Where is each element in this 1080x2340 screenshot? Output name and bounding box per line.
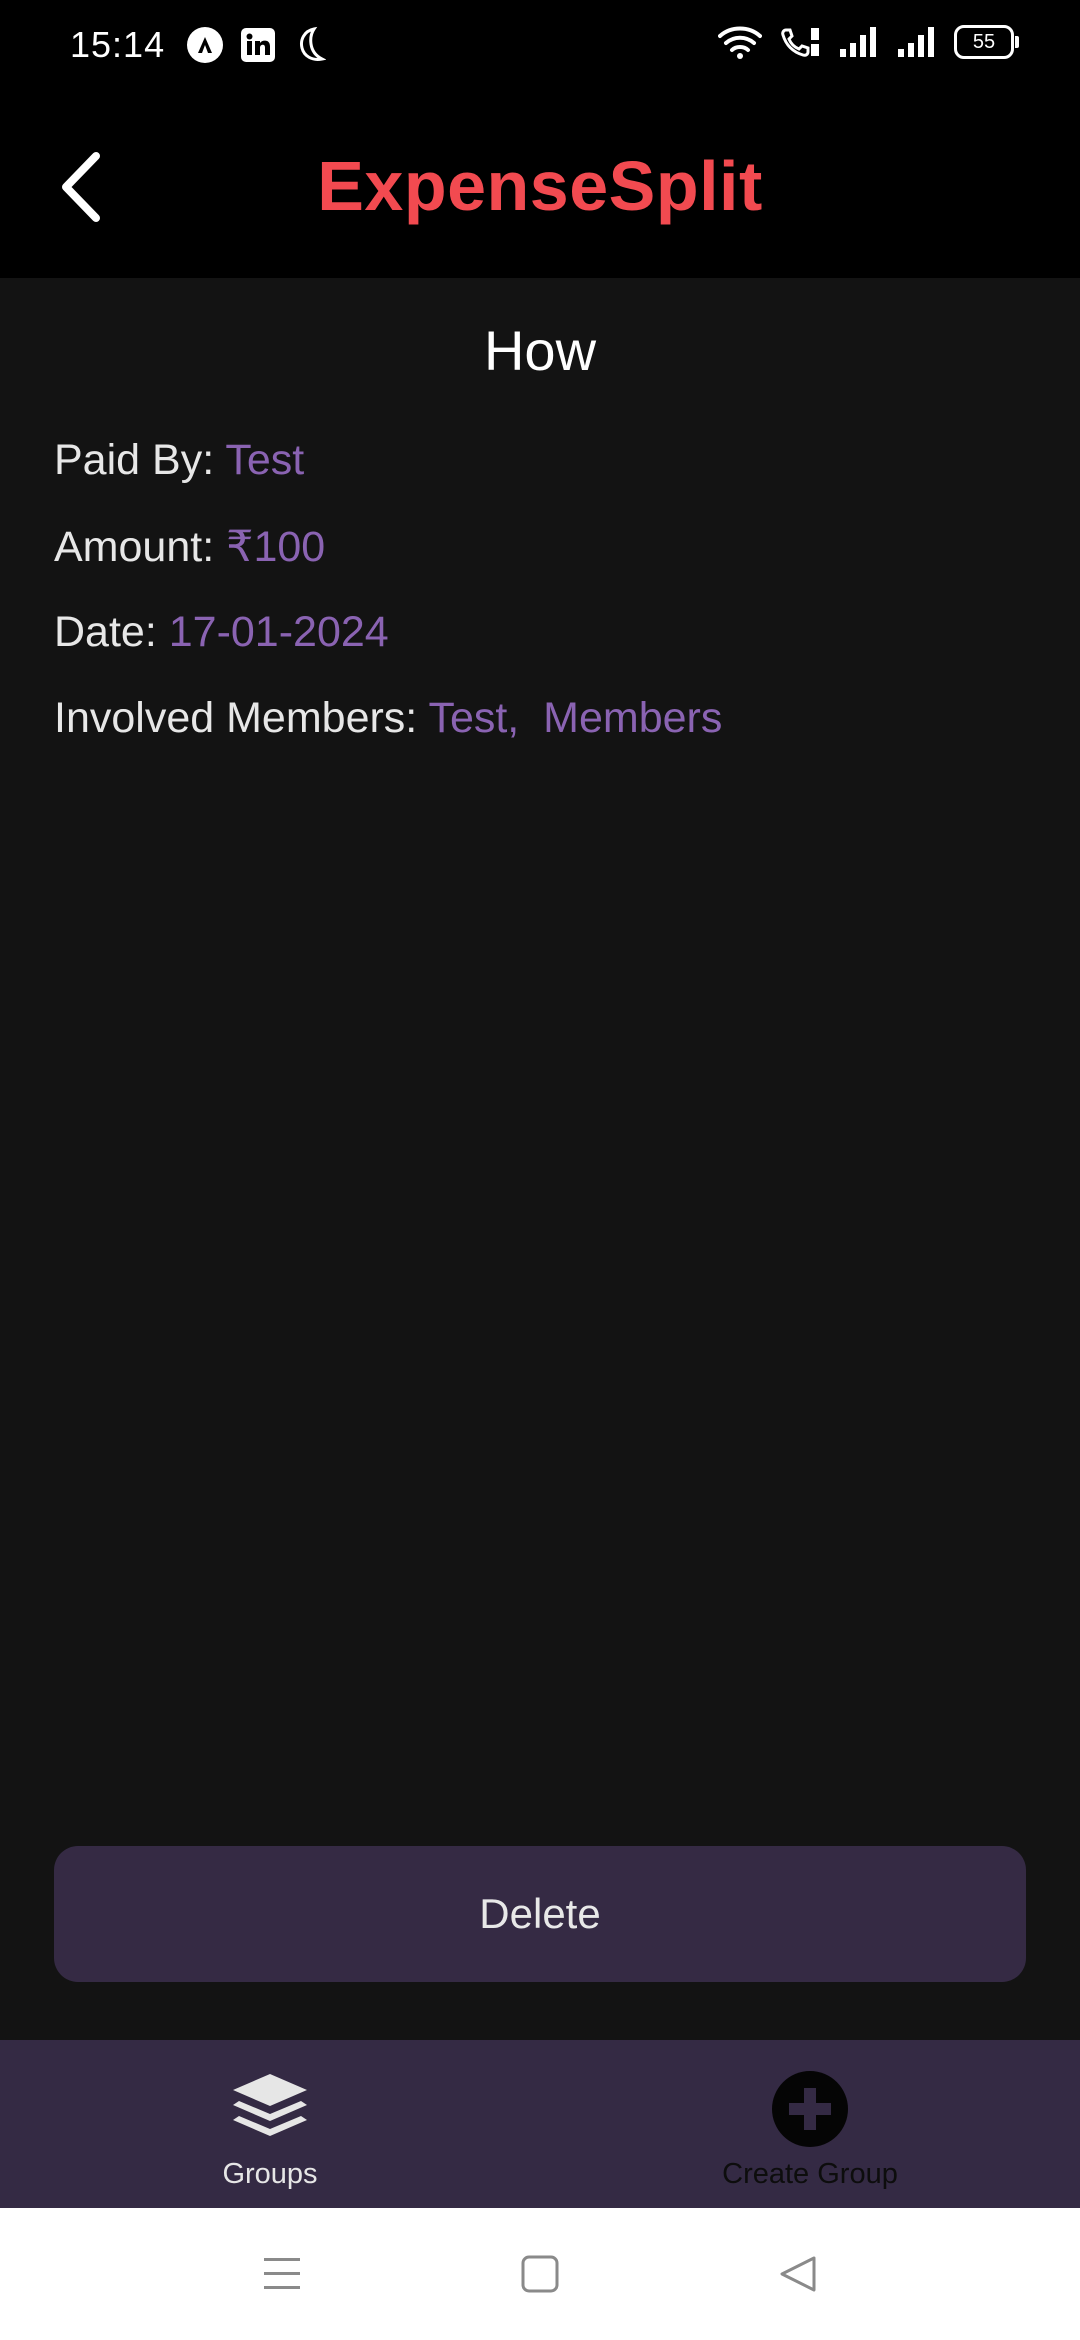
date-value: 17-01-2024 xyxy=(168,608,389,656)
nav-label-groups: Groups xyxy=(222,2158,318,2190)
add-circle-icon xyxy=(772,2071,848,2147)
call-icon xyxy=(781,28,819,57)
status-notification-icons xyxy=(186,26,326,64)
nav-item-groups[interactable]: Groups xyxy=(0,2040,540,2208)
amount-row: Amount: ₹100 xyxy=(54,522,325,572)
signal-icon xyxy=(898,27,934,57)
app-notification-icon xyxy=(187,27,223,63)
wifi-icon xyxy=(718,26,762,59)
paid-by-row: Paid By: Test xyxy=(54,436,304,485)
nav-item-create-group[interactable]: Create Group xyxy=(540,2040,1080,2208)
battery-icon: 55 xyxy=(954,25,1019,59)
members-row: Involved Members: Test, Members xyxy=(54,694,722,743)
amount-label: Amount: xyxy=(54,523,215,571)
expense-title: How xyxy=(483,319,597,382)
nav-label-create-group: Create Group xyxy=(722,2158,898,2190)
status-bar: 15:14 55 xyxy=(0,0,1080,96)
back-triangle-icon[interactable] xyxy=(776,2252,820,2296)
expense-detail: How Paid By: Test Amount: ₹100 Date: 17-… xyxy=(0,278,1080,2040)
paid-by-value: Test xyxy=(225,436,305,484)
delete-button[interactable]: Delete xyxy=(54,1846,1026,1982)
amount-value: ₹100 xyxy=(226,523,326,571)
members-value: Test, Members xyxy=(428,694,723,742)
members-label: Involved Members: xyxy=(54,694,418,742)
app-title: ExpenseSplit xyxy=(317,147,763,225)
bottom-nav: Groups Create Group xyxy=(0,2040,1080,2208)
menu-icon[interactable] xyxy=(260,2252,304,2296)
date-row: Date: 17-01-2024 xyxy=(54,608,389,657)
app-header: ExpenseSplit xyxy=(0,96,1080,278)
signal-icon xyxy=(840,27,876,57)
do-not-disturb-icon xyxy=(300,26,326,61)
status-system-icons: 55 xyxy=(718,24,1019,60)
linkedin-icon xyxy=(241,28,275,62)
status-time: 15:14 xyxy=(70,24,166,65)
battery-level: 55 xyxy=(972,30,996,53)
system-nav-bar xyxy=(0,2208,1080,2340)
paid-by-label: Paid By: xyxy=(54,436,215,484)
date-label: Date: xyxy=(54,608,157,656)
layers-icon xyxy=(233,2074,307,2136)
home-icon[interactable] xyxy=(518,2252,562,2296)
